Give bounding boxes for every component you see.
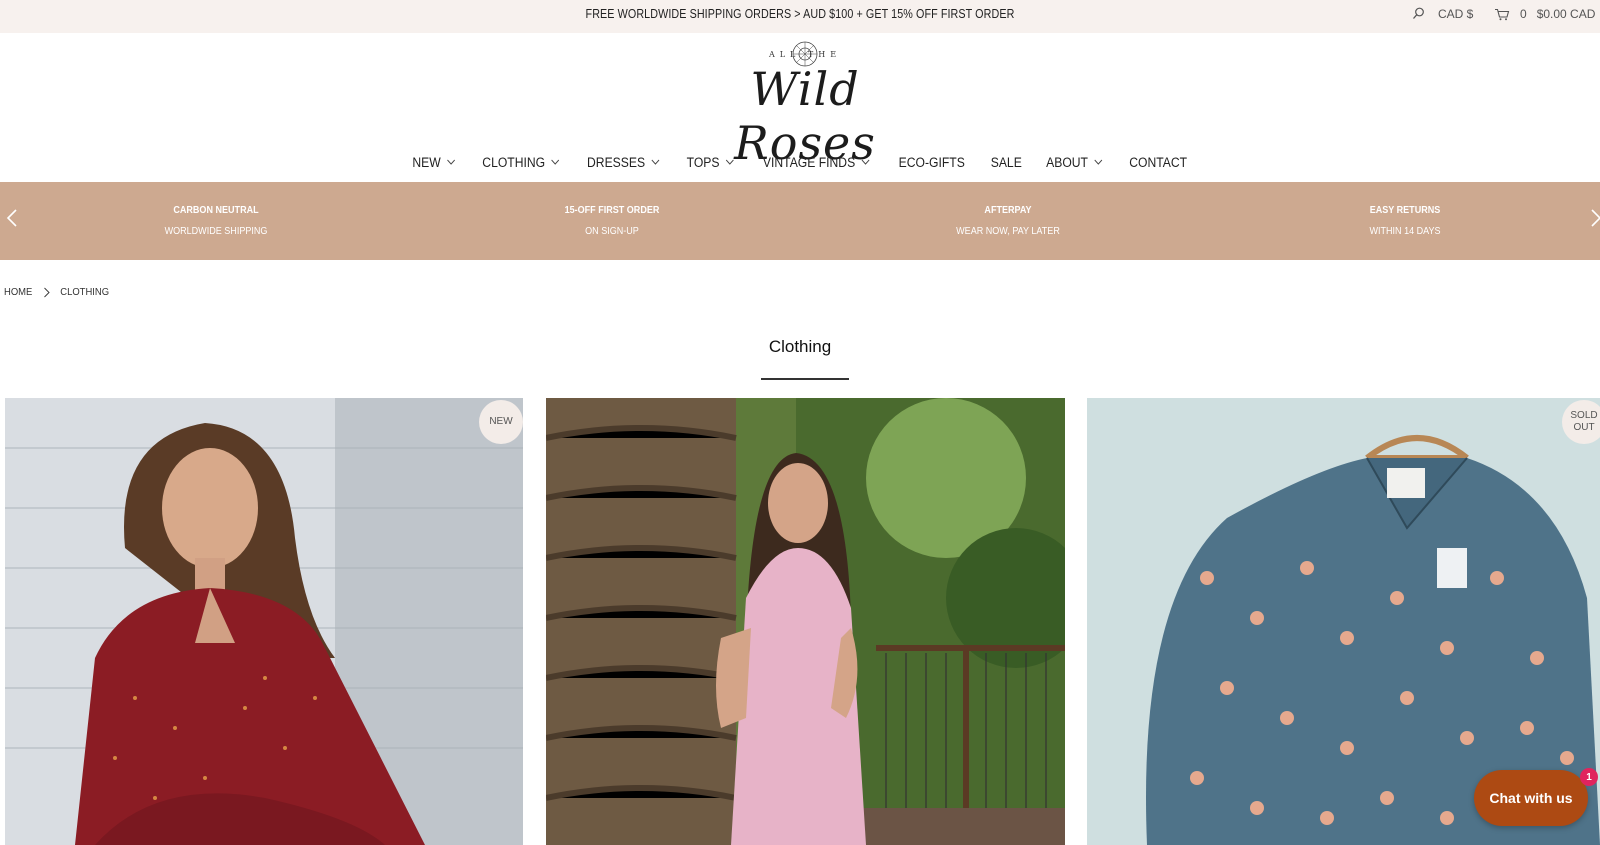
benefit-title: 15-OFF FIRST ORDER — [564, 204, 660, 216]
chevron-down-icon — [1094, 159, 1102, 165]
nav-item-vintage-finds[interactable]: VINTAGE FINDS — [762, 150, 869, 174]
breadcrumb-home-link[interactable]: HOME — [4, 286, 32, 298]
chevron-down-icon — [725, 159, 734, 165]
benefit-title: AFTERPAY — [984, 204, 1032, 216]
breadcrumb: HOME CLOTHING — [4, 286, 109, 298]
nav-item-tops[interactable]: TOPS — [687, 150, 734, 174]
chat-notification-badge: 1 — [1580, 768, 1598, 786]
chat-button[interactable]: Chat with us — [1474, 770, 1588, 826]
nav-item-label: ECO-GIFTS — [898, 154, 965, 170]
benefit-subtitle: WEAR NOW, PAY LATER — [956, 225, 1060, 237]
currency-label: CAD $ — [1438, 7, 1474, 21]
main-navigation: NEW CLOTHING DRESSES TOPS VINTAGE FINDS … — [0, 150, 1600, 174]
chevron-down-icon — [446, 159, 455, 165]
sold-out-badge: SOLD OUT — [1562, 400, 1600, 444]
nav-item-about[interactable]: ABOUT — [1046, 150, 1102, 174]
cart-icon — [1495, 8, 1510, 20]
product-image[interactable] — [5, 398, 523, 845]
benefit-item: 15-OFF FIRST ORDER ON SIGN-UP — [492, 204, 732, 237]
chevron-right-icon — [43, 287, 50, 297]
chevron-down-icon — [860, 159, 869, 165]
benefit-title: CARBON NEUTRAL — [173, 204, 259, 216]
benefits-carousel: CARBON NEUTRAL WORLDWIDE SHIPPING 15-OFF… — [0, 182, 1600, 260]
cart-total: $0.00 CAD — [1536, 7, 1596, 21]
nav-item-label: SALE — [990, 154, 1022, 170]
nav-item-dresses[interactable]: DRESSES — [587, 150, 660, 174]
benefit-item: AFTERPAY WEAR NOW, PAY LATER — [888, 204, 1128, 237]
nav-item-sale[interactable]: SALE — [990, 150, 1021, 174]
chevron-left-icon[interactable] — [6, 209, 18, 227]
benefit-item: CARBON NEUTRAL WORLDWIDE SHIPPING — [96, 204, 336, 237]
nav-item-contact[interactable]: CONTACT — [1129, 150, 1187, 174]
benefit-title: EASY RETURNS — [1369, 204, 1441, 216]
nav-item-label: CONTACT — [1128, 154, 1187, 170]
cart-count: 0 — [1520, 7, 1527, 21]
nav-item-new[interactable]: NEW — [413, 150, 456, 174]
logo-small-text: ALL THE — [768, 50, 842, 59]
announcement-text: FREE WORLDWIDE SHIPPING ORDERS > AUD $10… — [585, 7, 1015, 21]
badge-label: NEW — [489, 415, 513, 427]
product-image[interactable] — [546, 398, 1065, 845]
benefit-subtitle: WORLDWIDE SHIPPING — [164, 225, 268, 237]
chevron-right-icon[interactable] — [1590, 209, 1600, 227]
nav-item-clothing[interactable]: CLOTHING — [482, 150, 559, 174]
new-badge: NEW — [479, 400, 523, 444]
nav-item-label: VINTAGE FINDS — [762, 154, 855, 170]
benefit-subtitle: WITHIN 14 DAYS — [1369, 225, 1441, 237]
chevron-down-icon — [550, 159, 559, 165]
chevron-down-icon — [651, 159, 660, 165]
search-icon — [1413, 7, 1424, 19]
benefit-item: EASY RETURNS WITHIN 14 DAYS — [1285, 204, 1525, 237]
search-button[interactable] — [1412, 7, 1425, 20]
nav-item-label: TOPS — [686, 154, 720, 170]
chat-label: Chat with us — [1489, 790, 1573, 806]
store-logo[interactable]: ALL THE Wild Roses — [690, 38, 920, 170]
nav-item-eco-gifts[interactable]: ECO-GIFTS — [899, 150, 965, 174]
nav-item-label: CLOTHING — [481, 154, 545, 170]
title-underline — [761, 378, 849, 380]
currency-selector[interactable]: CAD $ — [1438, 7, 1473, 21]
page-title: Clothing — [768, 337, 832, 356]
breadcrumb-current: CLOTHING — [60, 286, 110, 298]
nav-item-label: NEW — [412, 154, 441, 170]
nav-item-label: ABOUT — [1046, 154, 1089, 170]
product-card[interactable]: NEW — [5, 398, 523, 845]
product-card[interactable] — [546, 398, 1065, 845]
announcement-bar: FREE WORLDWIDE SHIPPING ORDERS > AUD $10… — [0, 0, 1600, 33]
badge-label: SOLD OUT — [1570, 409, 1598, 434]
benefit-subtitle: ON SIGN-UP — [585, 225, 639, 237]
cart-button[interactable]: 0 $0.00 CAD — [1494, 7, 1595, 21]
nav-item-label: DRESSES — [587, 154, 646, 170]
